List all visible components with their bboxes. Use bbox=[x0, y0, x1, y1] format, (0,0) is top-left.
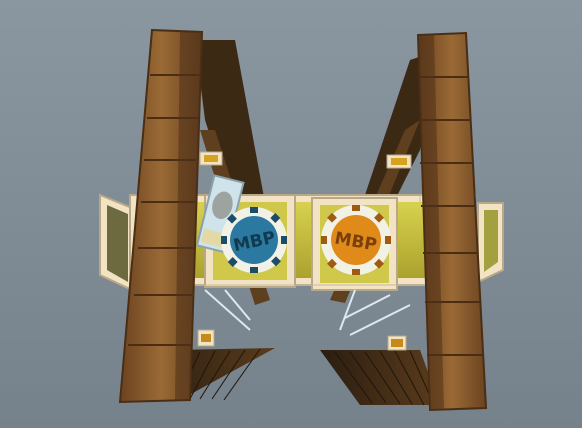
left-side-rail bbox=[99, 193, 133, 292]
coin-block-top-right bbox=[386, 154, 412, 169]
coin-block-bottom-right bbox=[387, 335, 407, 351]
game-scene: MBP MBP bbox=[0, 0, 582, 428]
orange-mbp-emblem: MBP bbox=[321, 205, 391, 275]
coin-block-bottom-left bbox=[197, 329, 215, 347]
right-side-rail bbox=[477, 202, 504, 284]
blue-mbp-emblem: MBP bbox=[221, 207, 287, 273]
scene-svg: MBP MBP bbox=[0, 0, 582, 428]
coin-block-top-left bbox=[199, 151, 223, 166]
